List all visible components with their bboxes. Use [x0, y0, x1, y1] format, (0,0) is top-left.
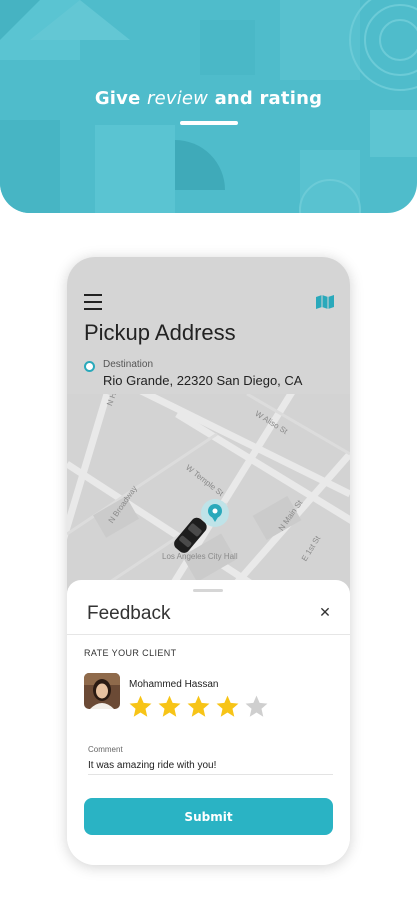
divider: [67, 634, 350, 635]
map-icon[interactable]: [316, 295, 334, 309]
submit-button[interactable]: Submit: [84, 798, 333, 835]
comment-label: Comment: [88, 745, 123, 754]
page-title: Pickup Address: [84, 320, 236, 345]
headline-emphasis: review: [146, 88, 209, 109]
destination-marker-icon: [84, 361, 95, 372]
client-name: Mohammed Hassan: [129, 679, 219, 690]
feedback-title: Feedback: [87, 603, 171, 624]
headline-underline: [180, 121, 238, 125]
banner-headline: Give review and rating: [0, 88, 417, 109]
star-empty-icon[interactable]: [244, 694, 269, 719]
comment-input[interactable]: [88, 757, 333, 775]
close-icon[interactable]: ✕: [318, 606, 332, 620]
phone-mockup: Pickup Address Destination Rio Grande, 2…: [67, 257, 350, 865]
destination-label: Destination: [103, 359, 154, 370]
star-filled-icon[interactable]: [128, 694, 153, 719]
star-filled-icon[interactable]: [186, 694, 211, 719]
promo-banner: Give review and rating: [0, 0, 417, 213]
star-filled-icon[interactable]: [157, 694, 182, 719]
feedback-sheet: Feedback ✕ RATE YOUR CLIENT Mohammed Has…: [67, 580, 350, 865]
sheet-drag-handle[interactable]: [193, 589, 223, 592]
rate-client-label: RATE YOUR CLIENT: [84, 648, 177, 658]
destination-address[interactable]: Rio Grande, 22320 San Diego, CA: [103, 373, 302, 388]
car-icon: [174, 517, 207, 553]
hamburger-menu-icon[interactable]: [84, 294, 104, 310]
map-streets: [67, 394, 350, 594]
map-view[interactable]: N Hill St W Aliso St W Temple St N Broad…: [67, 394, 350, 594]
app-header: Pickup Address Destination Rio Grande, 2…: [67, 257, 350, 394]
avatar: [84, 673, 120, 709]
headline-text-1: Give: [94, 88, 141, 109]
headline-text-2: and rating: [214, 88, 323, 109]
star-filled-icon[interactable]: [215, 694, 240, 719]
star-rating[interactable]: [128, 694, 269, 719]
